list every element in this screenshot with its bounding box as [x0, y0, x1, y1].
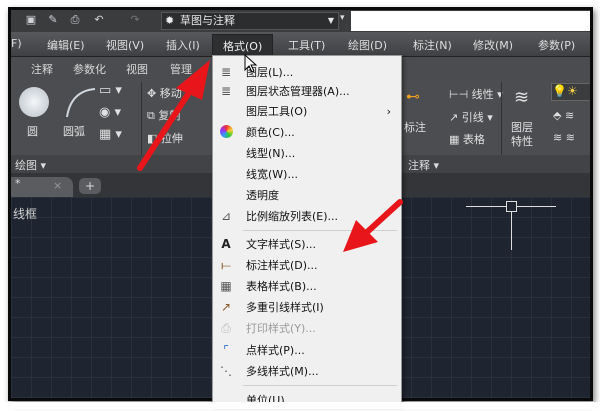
- red-arrow-to-style-items: [343, 199, 403, 252]
- mouse-cursor-icon: [244, 53, 258, 73]
- annotation-overlay: [137, 53, 403, 252]
- red-arrow-to-format-menu: [137, 60, 210, 171]
